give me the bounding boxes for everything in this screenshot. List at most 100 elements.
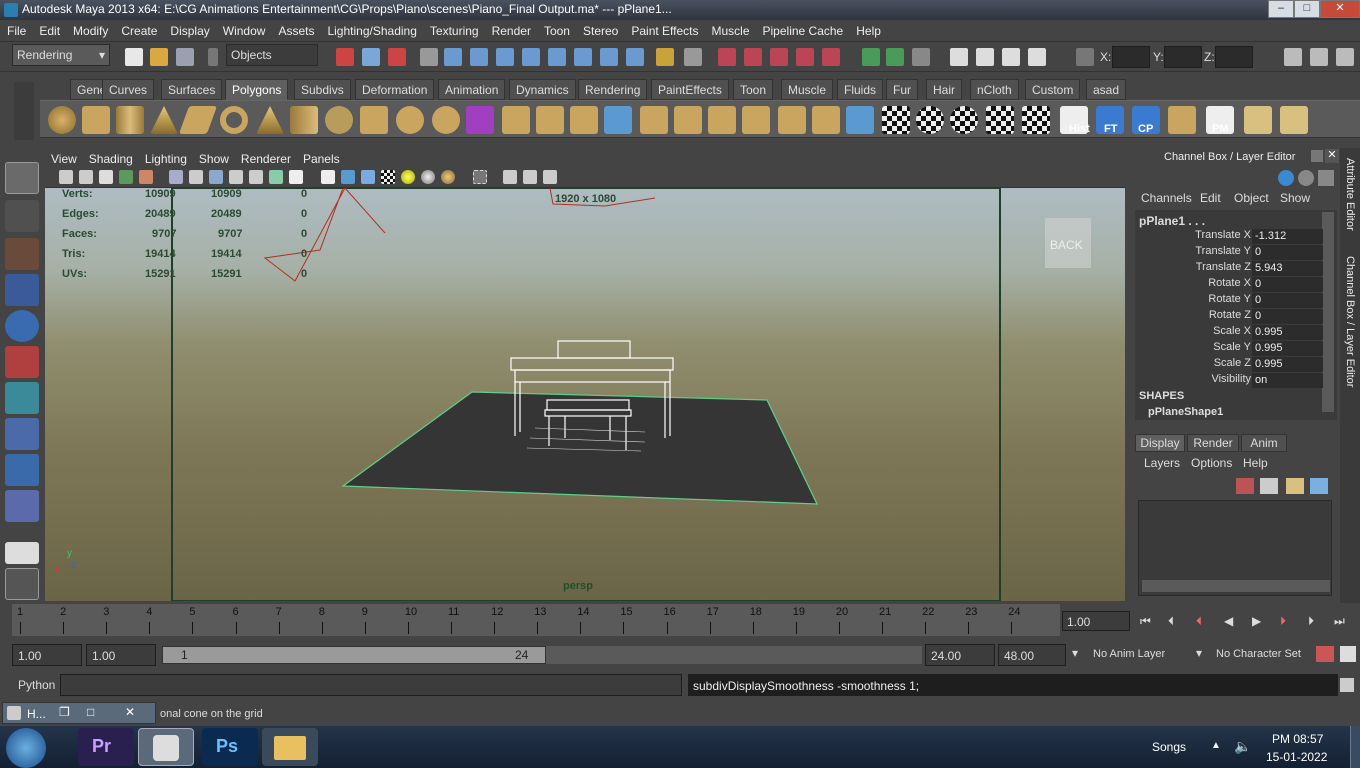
separate-icon[interactable] bbox=[396, 106, 424, 134]
minimize-button[interactable]: – bbox=[1268, 0, 1294, 18]
y-input[interactable] bbox=[1164, 46, 1202, 68]
append-polygon-icon[interactable] bbox=[570, 106, 598, 134]
command-input[interactable] bbox=[60, 674, 682, 696]
poly-soccer-ball-icon[interactable] bbox=[325, 106, 353, 134]
attr-scale-x[interactable]: Scale X 0.995 bbox=[1138, 325, 1323, 341]
attr-rotate-x[interactable]: Rotate X0 bbox=[1138, 277, 1323, 293]
viewcube-face-label[interactable]: BACK bbox=[1050, 238, 1083, 252]
channel-slider-icon[interactable] bbox=[1318, 170, 1334, 186]
channel-speed-icon[interactable] bbox=[1298, 170, 1314, 186]
attr-value[interactable]: on bbox=[1252, 373, 1323, 388]
maximize-button[interactable]: □ bbox=[1294, 0, 1320, 18]
mask-joints-icon[interactable] bbox=[470, 48, 488, 66]
universal-manipulator-icon[interactable] bbox=[5, 382, 39, 414]
attr-value[interactable]: 0.995 bbox=[1252, 325, 1323, 340]
select-hierarchy-icon[interactable] bbox=[336, 48, 354, 66]
mask-misc-icon[interactable] bbox=[626, 48, 644, 66]
panel-menu-show[interactable]: Show bbox=[193, 150, 235, 168]
mask-handles-icon[interactable] bbox=[444, 48, 462, 66]
render-settings-icon[interactable] bbox=[1028, 48, 1046, 66]
menu-edit[interactable]: Edit bbox=[32, 20, 66, 42]
show-desktop-button[interactable] bbox=[1350, 726, 1360, 768]
cb-menu-channels[interactable]: Channels bbox=[1141, 191, 1192, 205]
shelf-tab-dynamics[interactable]: Dynamics bbox=[509, 79, 576, 100]
start-button[interactable] bbox=[6, 728, 46, 768]
sculpt-geometry-icon[interactable] bbox=[846, 106, 874, 134]
go-to-end-icon[interactable]: ⏭ bbox=[1334, 614, 1352, 630]
explorer-taskbar-button[interactable] bbox=[262, 728, 318, 766]
soft-modification-icon[interactable] bbox=[5, 418, 39, 450]
attr-scale-y[interactable]: Scale Y 0.995 bbox=[1138, 341, 1323, 357]
transform-input-icon[interactable] bbox=[1076, 48, 1094, 66]
menu-display[interactable]: Display bbox=[163, 20, 215, 42]
chevron-down-icon[interactable]: ▾ bbox=[1196, 646, 1202, 660]
attr-value[interactable]: -1.312 bbox=[1252, 229, 1323, 244]
custom-tool-1-icon[interactable] bbox=[1244, 106, 1272, 134]
lock-selection-icon[interactable] bbox=[656, 48, 674, 66]
channel-scrollbar[interactable] bbox=[1322, 212, 1334, 412]
menu-render[interactable]: Render bbox=[485, 20, 537, 42]
mask-dynamics-icon[interactable] bbox=[574, 48, 592, 66]
planar-mapping-icon[interactable] bbox=[882, 106, 910, 134]
shelf-options-handle[interactable] bbox=[14, 82, 34, 140]
menu-modify[interactable]: Modify bbox=[66, 20, 114, 42]
single-perspective-layout-icon[interactable] bbox=[5, 542, 39, 564]
play-backward-icon[interactable]: ◀ bbox=[1224, 614, 1242, 630]
select-object-icon[interactable] bbox=[362, 48, 380, 66]
mask-rendering-icon[interactable] bbox=[600, 48, 618, 66]
clock-time[interactable]: PM 08:57 bbox=[1272, 732, 1323, 746]
selection-mode-field[interactable]: Objects bbox=[226, 44, 318, 66]
poly-pipe-icon[interactable] bbox=[290, 106, 318, 134]
wireframe-on-shaded-icon[interactable] bbox=[361, 170, 375, 184]
attr-translate-y[interactable]: Translate Y0 bbox=[1138, 245, 1323, 261]
snap-point-icon[interactable] bbox=[770, 48, 788, 66]
measure-tool-icon[interactable] bbox=[1168, 106, 1196, 134]
insert-edge-loop-icon[interactable] bbox=[640, 106, 668, 134]
panel-menu-view[interactable]: View bbox=[45, 150, 83, 168]
layer-menu-options[interactable]: Options bbox=[1191, 456, 1232, 470]
attr-value[interactable]: 0 bbox=[1252, 245, 1323, 260]
extract-icon[interactable] bbox=[432, 106, 460, 134]
attr-value[interactable]: 5.943 bbox=[1252, 261, 1323, 276]
shelf-tab-surfaces[interactable]: Surfaces bbox=[161, 79, 223, 100]
panel-menu-lighting[interactable]: Lighting bbox=[139, 150, 193, 168]
save-scene-icon[interactable] bbox=[176, 48, 194, 66]
hq-rendering-icon[interactable] bbox=[441, 170, 455, 184]
shadows-icon[interactable] bbox=[421, 170, 435, 184]
perspective-viewport[interactable]: Verts: 10909 10909 0 Edges: 20489 20489 … bbox=[45, 188, 1125, 601]
attr-scale-z[interactable]: Scale Z 0.995 bbox=[1138, 357, 1323, 373]
attr-value[interactable]: 0 bbox=[1252, 309, 1323, 324]
camera-attributes-icon[interactable] bbox=[79, 170, 93, 184]
tool-settings-toggle-icon[interactable] bbox=[1310, 48, 1328, 66]
combine-icon[interactable] bbox=[360, 106, 388, 134]
bridge-icon[interactable] bbox=[536, 106, 564, 134]
step-back-frame-icon[interactable]: ⏴ bbox=[1196, 614, 1214, 630]
layer-tab-render[interactable]: Render bbox=[1187, 434, 1239, 452]
menu-texturing[interactable]: Texturing bbox=[423, 20, 485, 42]
menu-window[interactable]: Window bbox=[216, 20, 272, 42]
poly-plane-icon[interactable] bbox=[178, 106, 218, 134]
snap-curve-icon[interactable] bbox=[744, 48, 762, 66]
menu-help[interactable]: Help bbox=[849, 20, 887, 42]
close-icon[interactable]: ✕ bbox=[1325, 149, 1339, 163]
range-slider[interactable]: 1 24 bbox=[162, 646, 546, 664]
mask-surfaces-icon[interactable] bbox=[522, 48, 540, 66]
time-slider[interactable]: 1 2 3 4 5 6 7 8 9 10 11 12 13 14 15 16 17 18 19 20 21 22 23 24 bbox=[12, 604, 1060, 636]
select-tool-icon[interactable] bbox=[5, 162, 39, 194]
layer-tab-display[interactable]: Display bbox=[1135, 434, 1185, 452]
output-ops-icon[interactable] bbox=[886, 48, 904, 66]
shape-name[interactable]: pPlaneShape1 bbox=[1148, 406, 1223, 418]
xray-joints-icon[interactable] bbox=[523, 170, 537, 184]
z-input[interactable] bbox=[1215, 46, 1253, 68]
close-icon[interactable]: ✕ bbox=[125, 705, 135, 719]
collapse-icon[interactable] bbox=[208, 48, 218, 66]
construction-history-icon[interactable] bbox=[912, 48, 930, 66]
shelf-tab-ncloth[interactable]: nCloth bbox=[970, 79, 1019, 100]
script-editor-icon[interactable] bbox=[1340, 678, 1354, 692]
play-forward-icon[interactable]: ▶ bbox=[1252, 614, 1270, 630]
mask-deformations-icon[interactable] bbox=[548, 48, 566, 66]
shelf-tab-fluids[interactable]: Fluids bbox=[837, 79, 884, 100]
ipr-render-icon[interactable] bbox=[1002, 48, 1020, 66]
snap-grid-icon[interactable] bbox=[718, 48, 736, 66]
current-frame-field[interactable]: 1.00 bbox=[1062, 611, 1130, 631]
